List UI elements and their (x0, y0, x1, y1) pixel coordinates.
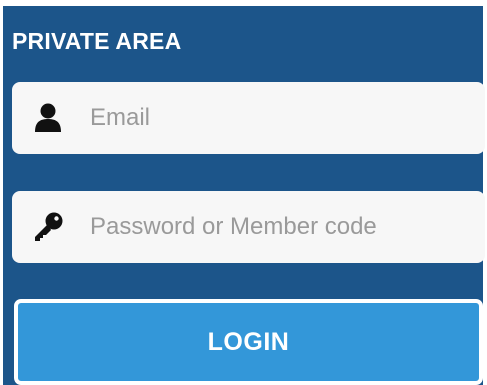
email-field-container[interactable] (12, 82, 485, 154)
user-icon (35, 103, 61, 132)
password-field-container[interactable] (12, 191, 485, 263)
email-input[interactable] (90, 82, 470, 154)
login-button-label: LOGIN (207, 327, 290, 356)
login-button[interactable]: LOGIN (14, 299, 483, 385)
key-icon (35, 212, 63, 241)
panel-title: PRIVATE AREA (12, 28, 182, 54)
login-panel: PRIVATE AREA LOGIN (0, 0, 487, 385)
password-input[interactable] (90, 191, 470, 263)
